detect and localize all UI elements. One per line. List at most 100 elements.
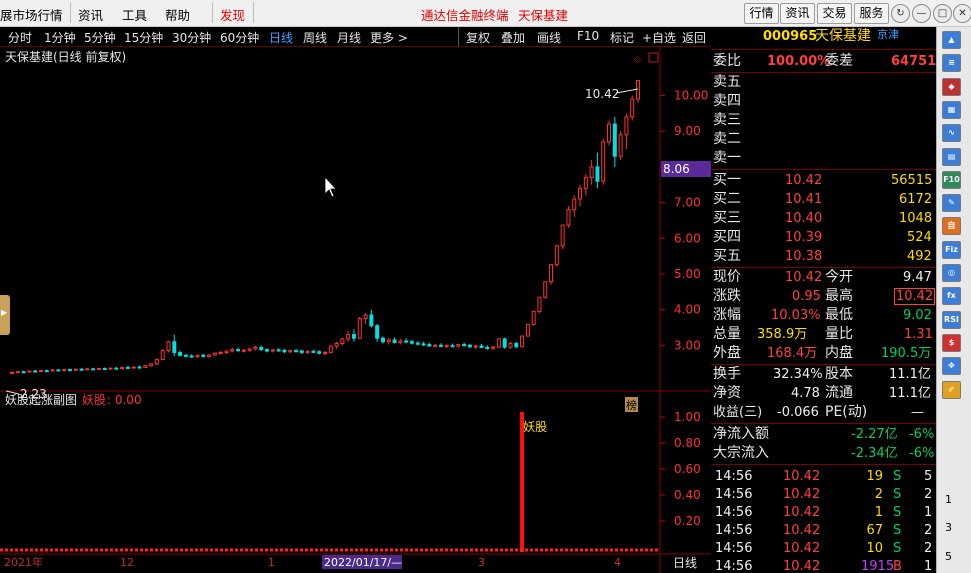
collapse-handle[interactable]: ▶ xyxy=(0,295,10,335)
candle-body xyxy=(276,349,281,352)
tick-row[interactable]: 14:56 10.42 2 S 2 xyxy=(711,485,936,504)
tick-row[interactable]: 14:56 10.42 10 S 2 xyxy=(711,539,936,558)
table-icon[interactable]: ▤ xyxy=(942,147,961,166)
period-tab-timeshare[interactable]: 分时 xyxy=(8,29,32,46)
news-button[interactable]: 资讯 xyxy=(780,3,815,24)
market-button[interactable]: 行情 xyxy=(744,3,779,24)
grid-icon[interactable]: ▦ xyxy=(942,100,961,119)
line-chart-icon[interactable]: ∿ xyxy=(942,124,961,143)
draw-button[interactable]: 画线 xyxy=(537,29,561,46)
period-tab-daily[interactable]: 日线 xyxy=(269,29,293,46)
indicator-tick-label: 0.20 xyxy=(674,514,701,528)
expand-icon[interactable] xyxy=(648,52,659,63)
tick-row[interactable]: 14:56 10.42 19 S 5 xyxy=(711,467,936,486)
weicha-value: 64751 xyxy=(891,54,936,69)
tick-price: 10.42 xyxy=(783,487,821,502)
stat-label: 外盘 xyxy=(713,345,741,361)
period-tab-monthly[interactable]: 月线 xyxy=(337,29,361,46)
fiz-icon[interactable]: Fiz xyxy=(942,240,961,259)
chart-title: 天保基建(日线 前复权) xyxy=(5,49,126,64)
stat-row-price: 现价 10.42 今开 9.47 xyxy=(711,268,936,287)
candle-body xyxy=(618,134,623,157)
candle-body xyxy=(50,369,55,372)
tick-time: 14:56 xyxy=(715,559,753,573)
overlay-button[interactable]: 叠加 xyxy=(501,29,525,46)
stat-value: 10.42 xyxy=(785,270,823,285)
trade-button[interactable]: 交易 xyxy=(817,3,852,24)
menu-help[interactable]: 帮助 xyxy=(165,5,190,24)
tick-time: 14:56 xyxy=(715,469,753,484)
candle-body xyxy=(328,345,333,353)
sell-3-label: 卖三 xyxy=(713,112,741,128)
menu-divider xyxy=(70,2,71,23)
flow-value: -2.27亿 xyxy=(851,427,898,442)
period-tab-more[interactable]: 更多 > xyxy=(370,29,408,46)
sell-4-row: 卖四 xyxy=(711,92,936,111)
buy-1-row: 买一 10.42 56515 xyxy=(711,171,936,190)
close-icon[interactable]: ✕ xyxy=(953,4,971,23)
candle-body xyxy=(433,344,438,347)
menu-market[interactable]: 展市场行情 xyxy=(0,5,63,24)
list-icon[interactable]: ≡ xyxy=(942,54,961,73)
pencil-icon[interactable]: ✐ xyxy=(942,380,961,399)
page-num-3[interactable]: 3 xyxy=(945,521,952,534)
weicha-label: 委差 xyxy=(825,53,853,69)
maximize-icon[interactable]: □ xyxy=(933,4,952,23)
rsi-icon[interactable]: RSI xyxy=(942,310,961,329)
period-tab-15min[interactable]: 15分钟 xyxy=(124,29,163,46)
flash-icon[interactable]: ◆ xyxy=(942,77,961,96)
candle-body xyxy=(415,342,420,345)
buy-4-label: 买四 xyxy=(713,229,741,245)
mark-button[interactable]: 标记 xyxy=(610,29,634,46)
candle-body xyxy=(67,369,72,372)
tick-row[interactable]: 14:56 10.42 1 S 1 xyxy=(711,503,936,522)
tick-price: 10.42 xyxy=(783,541,821,556)
chart-area[interactable]: 分时 1分钟 5分钟 15分钟 30分钟 60分钟 日线 周线 月线 更多 > … xyxy=(0,27,711,573)
restore-rights-button[interactable]: 复权 xyxy=(466,29,490,46)
candle-body xyxy=(444,345,449,348)
candle-body xyxy=(572,198,577,211)
self-icon[interactable]: 自 xyxy=(942,217,961,236)
menu-discover[interactable]: 发现 xyxy=(220,5,245,24)
page-num-1[interactable]: 1 xyxy=(945,493,952,506)
fx-icon[interactable]: fx xyxy=(942,287,961,306)
dollar-icon[interactable]: $ xyxy=(942,333,961,352)
up-arrow-icon[interactable]: ▲ xyxy=(942,31,961,49)
service-button[interactable]: 服务 xyxy=(854,3,889,24)
candle-body xyxy=(108,367,113,370)
page-num-5[interactable]: 5 xyxy=(945,550,952,563)
plan-icon[interactable]: ◎ xyxy=(942,264,961,282)
price-tick-label: 10.00 xyxy=(674,89,708,103)
period-tab-weekly[interactable]: 周线 xyxy=(303,29,327,46)
tick-count: 1 xyxy=(924,505,933,520)
add-watchlist-button[interactable]: +自选 xyxy=(642,29,676,46)
refresh-icon[interactable]: ↻ xyxy=(891,4,910,23)
buy-5-volume: 492 xyxy=(907,249,932,264)
minimize-icon[interactable]: — xyxy=(912,4,931,23)
candle-body xyxy=(566,209,571,226)
f10-button[interactable]: F10 xyxy=(577,29,599,43)
period-tab-1min[interactable]: 1分钟 xyxy=(44,29,76,46)
f10-icon[interactable]: F10 xyxy=(942,170,961,189)
stat-row-pct: 涨幅 10.03% 最低 9.02 xyxy=(711,306,936,325)
candle-body xyxy=(125,366,130,369)
note-icon[interactable]: ✎ xyxy=(942,194,961,213)
candle-body xyxy=(230,349,235,352)
period-tab-60min[interactable]: 60分钟 xyxy=(220,29,259,46)
period-tab-5min[interactable]: 5分钟 xyxy=(84,29,116,46)
mouse-cursor-icon xyxy=(324,175,337,198)
period-tab-30min[interactable]: 30分钟 xyxy=(172,29,211,46)
tick-row[interactable]: 14:56 10.42 67 S 2 xyxy=(711,521,936,540)
flow-label: 净流入额 xyxy=(713,426,769,442)
back-button[interactable]: 返回 xyxy=(682,29,706,46)
tick-row[interactable]: 14:56 10.42 1915 B 1 xyxy=(711,557,936,573)
menu-tools[interactable]: 工具 xyxy=(122,5,147,24)
candle-body xyxy=(73,368,78,371)
app-title: 通达信金融终端 xyxy=(421,8,509,23)
candlestick-chart[interactable]: 天保基建(日线 前复权) 10.009.008.007.006.005.004.… xyxy=(0,47,711,573)
move-icon[interactable]: ✥ xyxy=(942,357,961,376)
menu-news[interactable]: 资讯 xyxy=(78,5,103,24)
signal-label: 妖股 xyxy=(523,420,547,434)
price-tick-label: 3.00 xyxy=(674,338,701,352)
candle-body xyxy=(479,345,484,348)
